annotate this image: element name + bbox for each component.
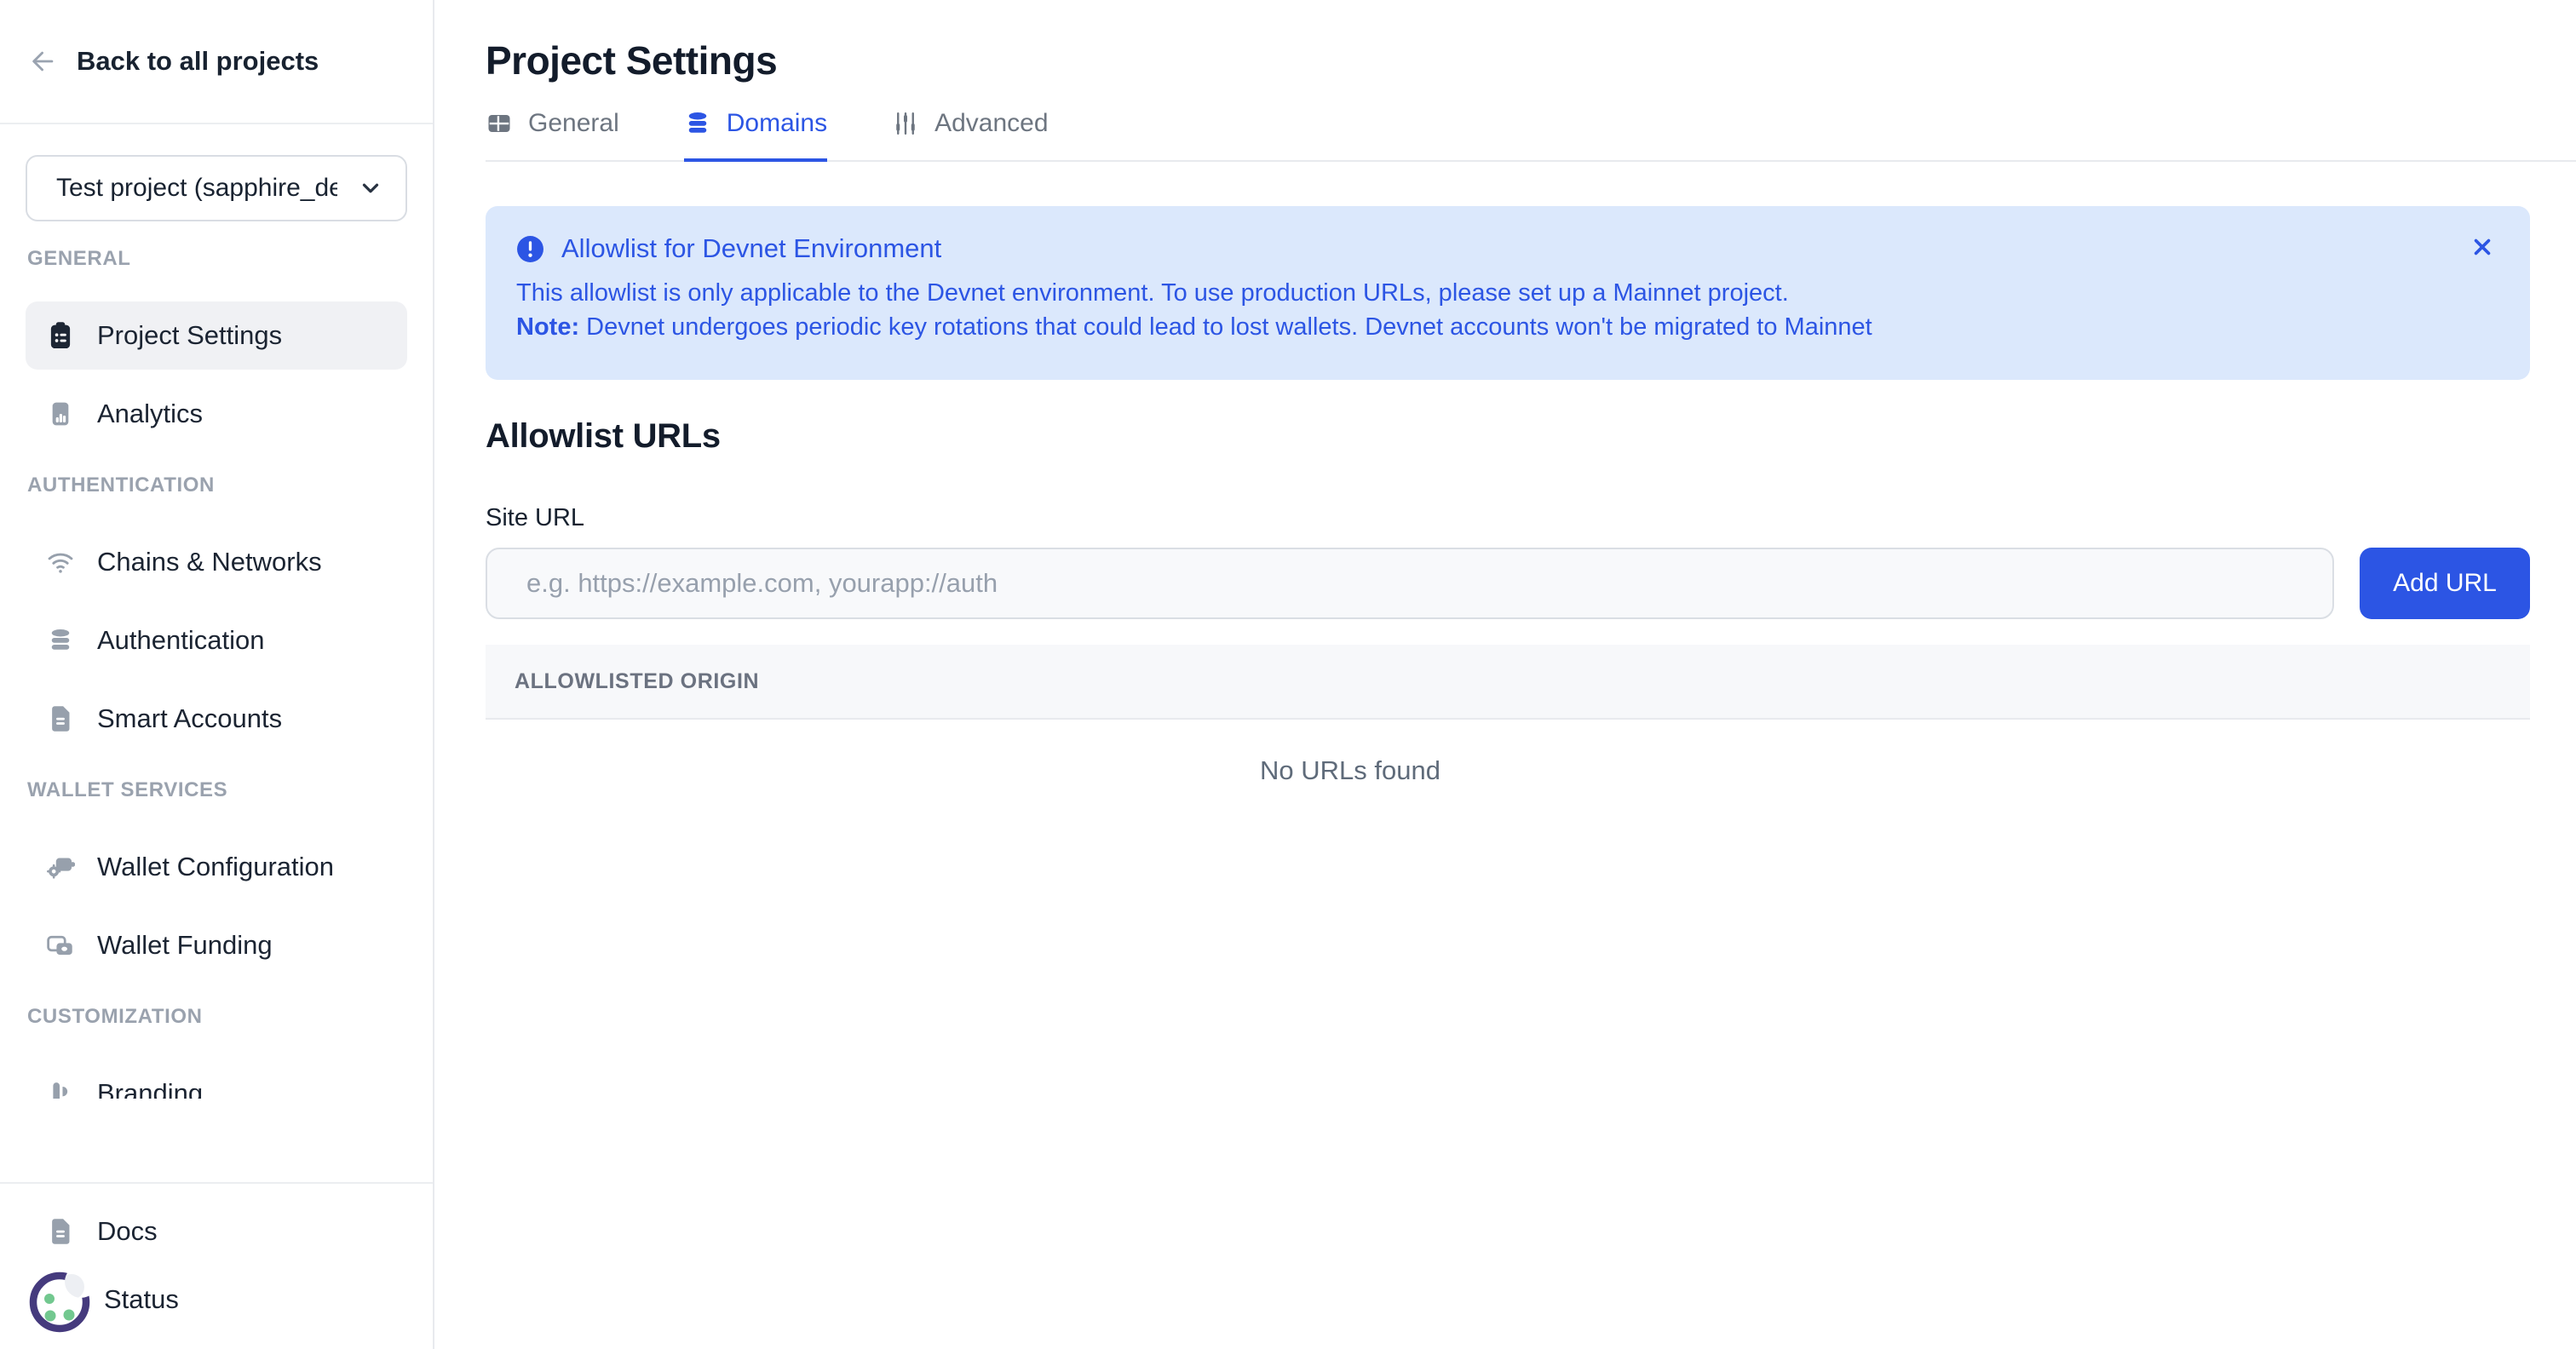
- banner-note-line: Note: Devnet undergoes periodic key rota…: [516, 310, 2445, 344]
- sidebar-item-label: Wallet Funding: [97, 930, 273, 961]
- devnet-allowlist-banner: Allowlist for Devnet Environment This al…: [486, 206, 2530, 380]
- banner-title: Allowlist for Devnet Environment: [561, 233, 941, 264]
- flag-icon: [46, 1079, 75, 1099]
- banner-close-button[interactable]: [2469, 233, 2496, 261]
- site-url-label: Site URL: [486, 504, 2530, 532]
- sidebar-item-docs[interactable]: Docs: [26, 1197, 407, 1266]
- sidebar-item-label: Authentication: [97, 625, 264, 656]
- clipboard-icon: [46, 321, 75, 350]
- allowlist-empty-state: No URLs found: [486, 720, 2530, 820]
- sidebar-item-label: Smart Accounts: [97, 703, 282, 734]
- tab-general[interactable]: General: [486, 109, 619, 162]
- back-label: Back to all projects: [77, 46, 319, 77]
- sidebar-item-label: Analytics: [97, 399, 203, 429]
- banner-note-label: Note:: [516, 313, 579, 341]
- back-to-projects-link[interactable]: Back to all projects: [0, 0, 433, 124]
- sidebar-item-analytics[interactable]: Analytics: [26, 380, 407, 448]
- section-label-general: GENERAL: [27, 247, 405, 271]
- allowlisted-origin-column-header: ALLOWLISTED ORIGIN: [515, 669, 759, 694]
- sidebar-item-label: Docs: [97, 1216, 158, 1247]
- section-label-customization: CUSTOMIZATION: [27, 1005, 405, 1029]
- arrow-left-icon: [29, 47, 58, 76]
- sidebar-item-chains-networks[interactable]: Chains & Networks: [26, 528, 407, 596]
- banner-note-text: Devnet undergoes periodic key rotations …: [579, 313, 1872, 341]
- tab-advanced[interactable]: Advanced: [892, 109, 1048, 162]
- sidebar-item-authentication[interactable]: Authentication: [26, 606, 407, 674]
- table-icon: [486, 110, 513, 137]
- sidebar-item-project-settings[interactable]: Project Settings: [26, 301, 407, 370]
- project-selector-value: Test project (sapphire_de: [56, 174, 337, 203]
- sidebar-item-label: Wallet Configuration: [97, 852, 334, 882]
- allowlist-table-header: ALLOWLISTED ORIGIN: [486, 645, 2530, 720]
- page-title: Project Settings: [486, 37, 2530, 83]
- cookie-icon[interactable]: [24, 1264, 95, 1335]
- sliders-icon: [892, 110, 919, 137]
- tab-label: General: [528, 109, 619, 138]
- banner-line1: This allowlist is only applicable to the…: [516, 276, 2445, 310]
- chevron-down-icon: [358, 175, 383, 201]
- close-icon: [2469, 233, 2496, 261]
- sidebar-item-wallet-configuration[interactable]: Wallet Configuration: [26, 833, 407, 901]
- bar-chart-icon: [46, 399, 75, 428]
- sidebar-item-branding[interactable]: Branding: [26, 1059, 407, 1099]
- sidebar-item-smart-accounts[interactable]: Smart Accounts: [26, 685, 407, 753]
- section-label-wallet-services: WALLET SERVICES: [27, 778, 405, 802]
- sidebar-item-status[interactable]: Status: [26, 1266, 407, 1334]
- site-url-input[interactable]: [486, 548, 2334, 619]
- sidebar-item-label: Project Settings: [97, 320, 282, 351]
- sidebar: Back to all projects Test project (sapph…: [0, 0, 434, 1349]
- database-icon: [684, 110, 711, 137]
- file-icon: [46, 1217, 75, 1246]
- wifi-icon: [46, 548, 75, 577]
- sidebar-scroll-area: Test project (sapphire_de GENERAL Projec…: [0, 124, 433, 1099]
- add-url-button[interactable]: Add URL: [2360, 548, 2530, 619]
- database-icon: [46, 626, 75, 655]
- main-content: Project Settings General Domains Advance…: [434, 0, 2576, 1349]
- tab-label: Domains: [727, 109, 827, 138]
- section-label-authentication: AUTHENTICATION: [27, 474, 405, 497]
- tab-bar: General Domains Advanced: [486, 109, 2576, 162]
- info-circle-icon: [516, 235, 544, 263]
- sidebar-item-wallet-funding[interactable]: Wallet Funding: [26, 911, 407, 979]
- project-selector[interactable]: Test project (sapphire_de: [26, 155, 407, 221]
- wallet-gear-icon: [46, 852, 75, 881]
- tab-domains[interactable]: Domains: [684, 109, 827, 162]
- file-icon: [46, 704, 75, 733]
- wallet-card-icon: [46, 931, 75, 960]
- sidebar-item-label: Branding: [97, 1078, 203, 1099]
- url-entry-row: Add URL: [486, 548, 2530, 619]
- sidebar-item-label: Chains & Networks: [97, 547, 322, 577]
- sidebar-footer: Docs Status: [0, 1182, 433, 1349]
- sidebar-item-label: Status: [104, 1284, 179, 1315]
- tab-label: Advanced: [934, 109, 1048, 138]
- allowlist-heading: Allowlist URLs: [486, 417, 2530, 456]
